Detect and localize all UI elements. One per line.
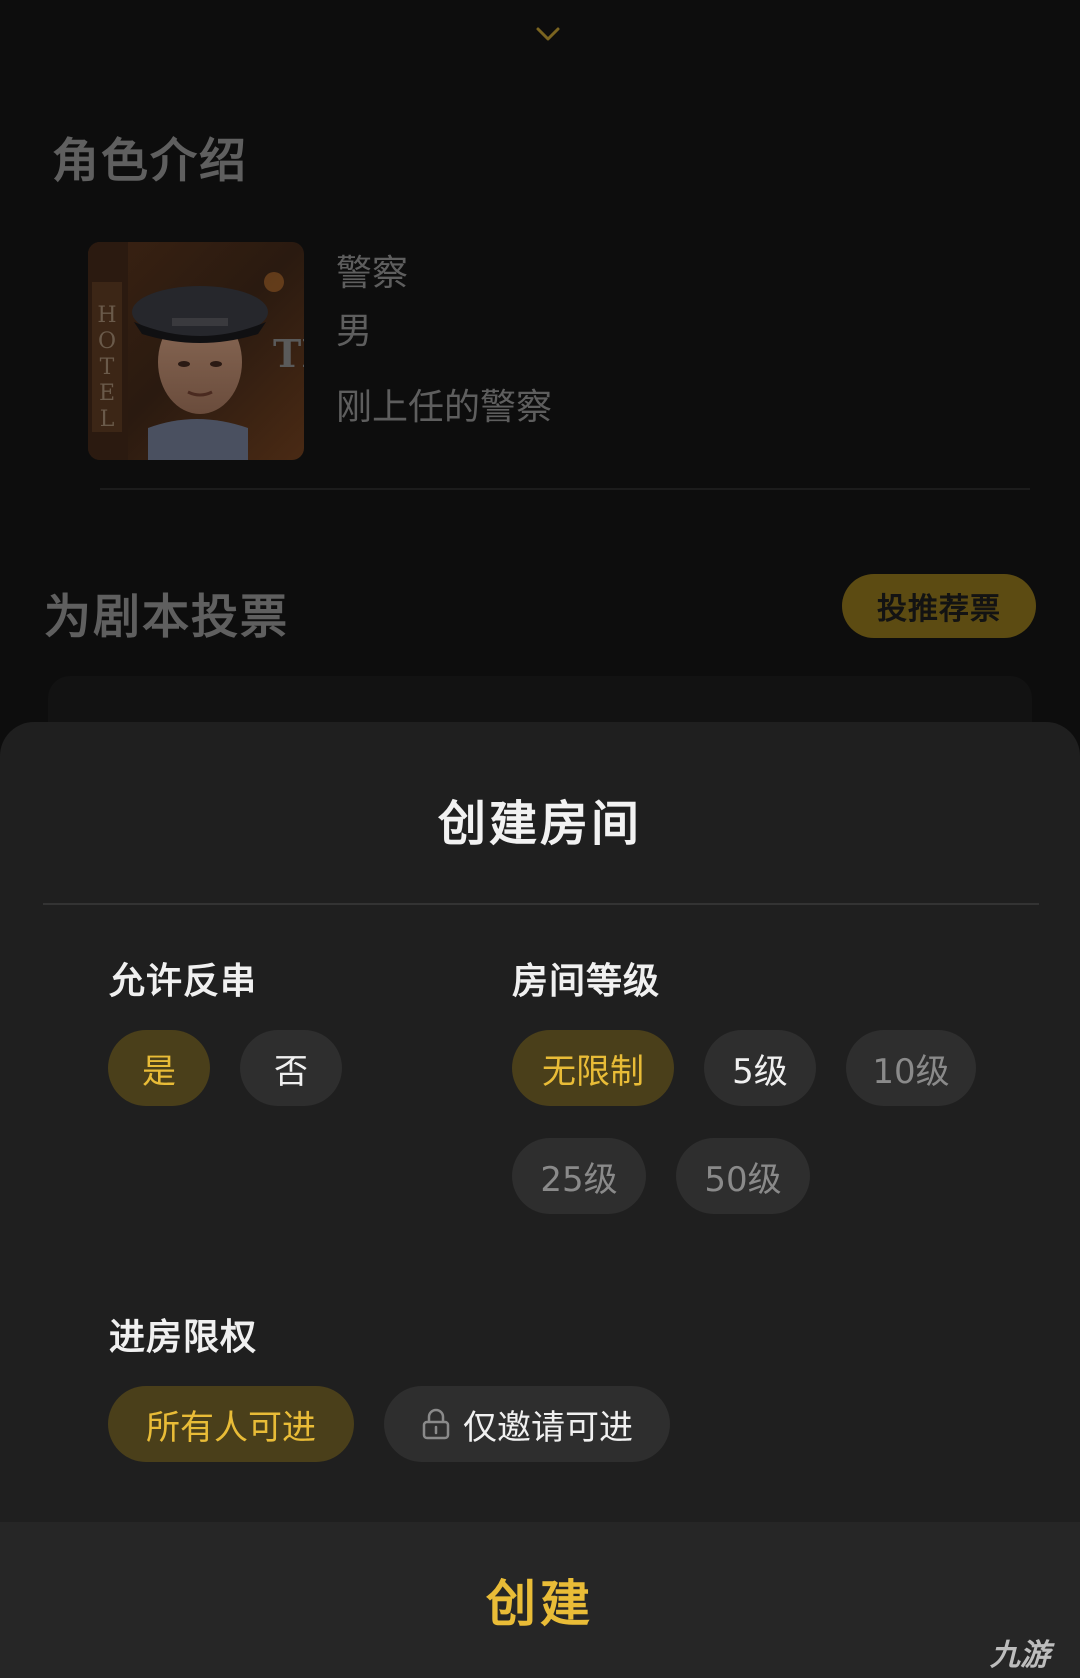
svg-text:L: L bbox=[100, 407, 115, 432]
svg-text:E: E bbox=[99, 381, 115, 406]
background-page: 角色介绍 H O T E L TE bbox=[0, 0, 1080, 766]
create-button[interactable]: 创建 bbox=[0, 1522, 1080, 1678]
role-section-title: 角色介绍 bbox=[52, 134, 248, 189]
access-invite-only-chip[interactable]: 仅邀请可进 bbox=[384, 1386, 670, 1462]
level-5-chip[interactable]: 5级 bbox=[704, 1030, 816, 1106]
watermark-logo: 九游 bbox=[990, 1638, 1050, 1673]
create-label: 创建 bbox=[486, 1575, 594, 1633]
svg-text:T: T bbox=[100, 355, 115, 380]
svg-text:O: O bbox=[98, 329, 116, 354]
svg-text:H: H bbox=[97, 303, 116, 328]
sheet-title: 创建房间 bbox=[437, 796, 642, 852]
role-info: 警察 男 刚上任的警察 bbox=[336, 244, 552, 430]
access-label: 进房限权 bbox=[109, 1317, 258, 1358]
role-description: 刚上任的警察 bbox=[336, 387, 553, 428]
access-everyone-chip[interactable]: 所有人可进 bbox=[108, 1386, 354, 1462]
allow-counter-no-chip[interactable]: 否 bbox=[240, 1030, 342, 1106]
role-gender: 男 bbox=[336, 311, 373, 352]
level-unlimited-chip[interactable]: 无限制 bbox=[512, 1030, 674, 1106]
level-50-chip[interactable]: 50级 bbox=[676, 1138, 810, 1214]
chevron-down-icon[interactable] bbox=[535, 26, 561, 42]
role-avatar-image[interactable]: H O T E L TE bbox=[88, 242, 304, 460]
allow-counter-label: 允许反串 bbox=[109, 961, 258, 1002]
level-25-chip[interactable]: 25级 bbox=[512, 1138, 646, 1214]
sheet-divider bbox=[43, 903, 1039, 905]
access-invite-only-label: 仅邀请可进 bbox=[463, 1407, 633, 1448]
level-10-chip[interactable]: 10级 bbox=[846, 1030, 976, 1106]
room-level-label: 房间等级 bbox=[512, 961, 661, 1002]
vote-section-title: 为剧本投票 bbox=[44, 590, 289, 645]
svg-text:TE: TE bbox=[273, 331, 304, 376]
role-name: 警察 bbox=[336, 253, 409, 294]
lock-icon bbox=[422, 1408, 450, 1440]
vote-recommend-button[interactable]: 投推荐票 bbox=[842, 574, 1036, 638]
allow-counter-yes-chip[interactable]: 是 bbox=[108, 1030, 210, 1106]
section-divider bbox=[100, 488, 1030, 490]
